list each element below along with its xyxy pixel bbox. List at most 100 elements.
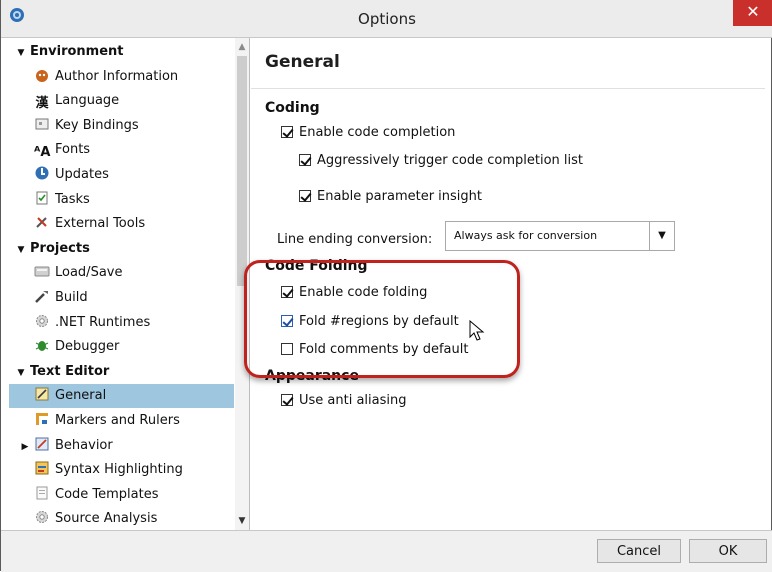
behavior-icon — [34, 436, 50, 452]
gear-icon — [34, 313, 50, 329]
header-divider — [251, 88, 765, 89]
parameter-insight-checkbox[interactable]: Enable parameter insight — [299, 187, 482, 207]
tree-item-label: Environment — [30, 44, 124, 59]
updates-icon — [34, 165, 50, 181]
scroll-down-arrow-icon[interactable]: ▼ — [235, 514, 249, 528]
scroll-up-arrow-icon[interactable]: ▲ — [235, 40, 249, 54]
checkbox-box[interactable] — [299, 154, 311, 166]
tree-item[interactable]: 漢 Language — [9, 89, 234, 113]
options-panel: General Coding Enable code completion Ag… — [244, 38, 765, 530]
debugger-icon — [34, 337, 50, 353]
tree-item-label: Behavior — [55, 437, 113, 453]
tree-item-label: Source Analysis — [55, 511, 158, 527]
tree-item[interactable]: Build — [9, 286, 234, 310]
close-button[interactable]: ✕ — [733, 0, 772, 26]
scroll-thumb[interactable] — [237, 56, 247, 286]
tree-item[interactable]: Syntax Highlighting — [9, 458, 234, 482]
tree-item-label: Fonts — [55, 142, 91, 158]
tree-item[interactable]: External Tools — [9, 212, 234, 236]
tree-item[interactable]: Load/Save — [9, 261, 234, 285]
key-bindings-icon — [34, 116, 50, 132]
page-title: General — [265, 52, 340, 72]
mouse-cursor-icon — [469, 320, 485, 341]
build-icon — [34, 288, 50, 304]
ok-button[interactable]: OK — [689, 539, 767, 563]
checkbox-label: Enable parameter insight — [317, 189, 483, 204]
tree-item-label: Debugger — [55, 339, 120, 355]
fonts-icon: ᴬA — [34, 145, 51, 161]
expand-arrow-icon[interactable]: ▼ — [15, 361, 27, 385]
tasks-icon — [34, 190, 50, 206]
checkbox-label: Fold comments by default — [299, 342, 469, 357]
tree-item[interactable]: ᴬA Fonts — [9, 138, 234, 162]
tree-item-label: Text Editor — [30, 363, 110, 379]
tree-item[interactable]: Markers and Rulers — [9, 409, 234, 433]
tree-item-label: Tasks — [55, 191, 90, 207]
tree-item-label: Markers and Rulers — [55, 413, 180, 428]
templates-icon — [34, 485, 50, 501]
line-ending-label: Line ending conversion: — [277, 232, 433, 247]
checkbox-box[interactable] — [281, 315, 293, 327]
checkbox-box[interactable] — [281, 394, 293, 406]
tree-item-label: Updates — [55, 167, 109, 182]
tree-item-label: Projects — [30, 240, 90, 256]
checkbox-label: Aggressively trigger code completion lis… — [317, 153, 584, 168]
checkbox-box[interactable] — [299, 190, 311, 202]
tree-category[interactable]: ▼ Projects — [9, 237, 234, 261]
section-code-folding-title: Code Folding — [265, 258, 368, 274]
line-ending-value: Always ask for conversion — [454, 229, 598, 242]
enable-code-folding-checkbox[interactable]: Enable code folding — [281, 283, 427, 303]
gear-icon — [34, 509, 50, 525]
tree-item-label: Load/Save — [55, 265, 123, 281]
markers-icon — [34, 411, 50, 427]
anti-aliasing-checkbox[interactable]: Use anti aliasing — [281, 391, 407, 411]
collapse-arrow-icon[interactable]: ▶ — [19, 435, 31, 459]
dialog-footer: Cancel OK — [1, 530, 772, 572]
load-save-icon — [34, 263, 50, 279]
tree-item[interactable]: General — [9, 384, 234, 409]
tree-item[interactable]: Updates — [9, 163, 234, 187]
checkbox-box[interactable] — [281, 286, 293, 298]
enable-code-completion-checkbox[interactable]: Enable code completion — [281, 123, 455, 143]
tree-item-label: .NET Runtimes — [55, 314, 151, 330]
tree-item[interactable]: Tasks — [9, 188, 234, 212]
tree-item[interactable]: Author Information — [9, 65, 234, 89]
external-tools-icon — [34, 214, 50, 230]
cancel-button[interactable]: Cancel — [597, 539, 681, 563]
checkbox-box[interactable] — [281, 126, 293, 138]
title-bar: Options ✕ — [1, 0, 772, 38]
expand-arrow-icon[interactable]: ▼ — [15, 238, 27, 262]
section-coding-title: Coding — [265, 100, 320, 116]
fold-regions-checkbox[interactable]: Fold #regions by default — [281, 312, 459, 332]
tree-item[interactable]: ▶ Behavior — [9, 434, 234, 458]
options-tree: ▼ Environment Author Information 漢 Language K… — [9, 38, 250, 530]
checkbox-box[interactable] — [281, 343, 293, 355]
tree-category[interactable]: ▼ Environment — [9, 40, 234, 64]
aggressive-trigger-checkbox[interactable]: Aggressively trigger code completion lis… — [299, 151, 583, 171]
tree-item[interactable]: Source Analysis — [9, 507, 234, 530]
tree-item-label: Syntax Highlighting — [55, 462, 183, 478]
chevron-down-icon[interactable]: ▼ — [649, 222, 674, 250]
author-icon — [34, 67, 50, 83]
general-icon — [34, 386, 50, 402]
tree-item[interactable]: Debugger — [9, 335, 234, 359]
syntax-icon — [34, 460, 50, 476]
tree-item[interactable]: Key Bindings — [9, 114, 234, 138]
fold-comments-checkbox[interactable]: Fold comments by default — [281, 340, 468, 360]
checkbox-label: Enable code completion — [299, 125, 456, 140]
line-ending-select[interactable]: Always ask for conversion ▼ — [445, 221, 675, 251]
tree-item-label: Language — [55, 93, 120, 109]
tree-item-label: External Tools — [55, 216, 146, 232]
tree-item-label: Key Bindings — [55, 117, 139, 133]
tree-category[interactable]: ▼ Text Editor — [9, 360, 234, 384]
tree-item[interactable]: .NET Runtimes — [9, 311, 234, 335]
tree-scrollbar[interactable]: ▲ ▼ — [235, 38, 249, 530]
tree-item[interactable]: Code Templates — [9, 483, 234, 507]
tree-item-label: Build — [55, 290, 88, 305]
tree-item-label: General — [55, 388, 107, 404]
expand-arrow-icon[interactable]: ▼ — [15, 41, 27, 65]
language-icon: 漢 — [35, 96, 49, 112]
checkbox-label: Enable code folding — [299, 285, 428, 300]
window-title: Options — [358, 10, 416, 28]
checkbox-label: Fold #regions by default — [299, 314, 459, 329]
